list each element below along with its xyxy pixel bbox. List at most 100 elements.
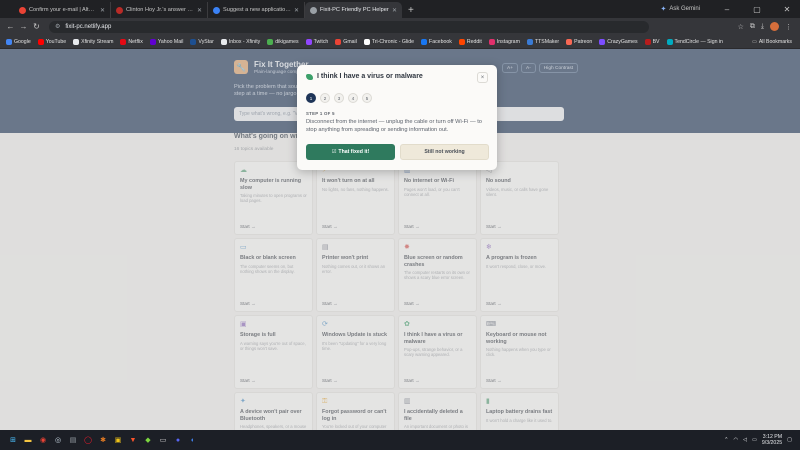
toolbar-icons: ☆ ⧉ ⤓ ⋮ [738, 22, 792, 31]
bookmark-label: YouTube [45, 38, 67, 45]
step-dot[interactable]: 1 [306, 93, 316, 103]
app2-icon[interactable]: ◐ [187, 434, 199, 446]
clock[interactable]: 3:12 PM 9/3/2025 [762, 434, 782, 446]
bookmark-favicon-icon [149, 38, 156, 45]
bookmark-item[interactable]: Patreon [566, 38, 592, 45]
bookmark-item[interactable]: Inbox - Xfinity [220, 38, 261, 45]
brave-icon[interactable]: ▼ [127, 434, 139, 446]
bookmark-item[interactable]: CrazyGames [599, 38, 638, 45]
bookmark-label: Facebook [429, 38, 452, 45]
bookmark-item[interactable]: BV [644, 38, 660, 45]
browser-tab[interactable]: Confirm your e-mail | Alternat ✕ [14, 2, 111, 18]
game-icon[interactable]: ✱ [97, 434, 109, 446]
bookmark-item[interactable]: TendCircle — Sign in [666, 38, 723, 45]
bookmark-item[interactable]: Facebook [421, 38, 452, 45]
bookmark-label: Instagram [496, 38, 520, 45]
close-window-button[interactable]: ✕ [774, 5, 800, 14]
bookmark-item[interactable]: Xfinity Stream [73, 38, 114, 45]
site-info-icon[interactable]: ⚙ [55, 23, 60, 30]
step-dot[interactable]: 4 [348, 93, 358, 103]
notifications-icon[interactable]: ▢ [787, 437, 792, 443]
bookmark-favicon-icon [305, 38, 312, 45]
terminal-icon[interactable]: ▭ [157, 434, 169, 446]
fixed-it-button[interactable]: ☑ That fixed it! [306, 144, 395, 160]
step-dot[interactable]: 5 [362, 93, 372, 103]
bookmark-favicon-icon [6, 38, 12, 45]
bookmark-favicon-icon [190, 38, 197, 45]
bluestacks-icon[interactable]: ◆ [142, 434, 154, 446]
bookmark-label: Reddit [466, 38, 482, 45]
bookmark-item[interactable]: Instagram [488, 38, 520, 45]
dialog-title: I think I have a virus or malware [317, 73, 423, 80]
close-tab-icon[interactable]: ✕ [392, 7, 397, 14]
browser-tab[interactable]: Clinton Hoy Jr.'s answer to Wh ✕ [111, 2, 208, 18]
battery-icon[interactable]: ▭ [752, 437, 757, 443]
alternativeto-icon [213, 6, 220, 14]
forward-button[interactable]: → [17, 22, 30, 31]
close-tab-icon[interactable]: ✕ [294, 7, 299, 14]
close-tab-icon[interactable]: ✕ [197, 7, 202, 14]
bookmark-item[interactable]: dikigames [267, 38, 299, 45]
maximize-button[interactable]: ▢ [744, 5, 770, 14]
dialog-header: I think I have a virus or malware [306, 73, 423, 80]
bookmark-item[interactable]: Reddit [458, 38, 482, 45]
reload-button[interactable]: ↻ [30, 22, 43, 31]
bookmark-item[interactable]: YouTube [37, 38, 67, 45]
dialog-actions: ☑ That fixed it! Still not working [306, 144, 489, 160]
bookmark-item[interactable]: Tri-Chronic - Glide [363, 38, 414, 45]
close-dialog-button[interactable]: × [477, 72, 488, 83]
bug-icon [306, 73, 313, 80]
bookmark-favicon-icon [458, 38, 465, 45]
bookmark-label: Inbox - Xfinity [228, 38, 261, 45]
steam-icon[interactable]: ◎ [52, 434, 64, 446]
volume-icon[interactable]: ◁ [743, 437, 747, 443]
close-tab-icon[interactable]: ✕ [100, 7, 105, 14]
still-not-working-button[interactable]: Still not working [400, 144, 489, 160]
all-bookmarks-button[interactable]: ▭ All Bookmarks [752, 39, 792, 45]
browser-tab[interactable]: Suggest a new application - Alt ✕ [208, 2, 305, 18]
browser-tab[interactable]: Fixit-PC Friendly PC Helper ✕ [305, 2, 402, 18]
bookmark-label: Xfinity Stream [81, 38, 114, 45]
address-bar[interactable]: ⚙ fixit-pc.netlify.app [49, 20, 649, 33]
extensions-icon[interactable]: ⧉ [750, 23, 755, 31]
window-controls: ✦ Ask Gemini – ▢ ✕ [660, 0, 800, 18]
bookmark-item[interactable]: Yahoo Mail [149, 38, 184, 45]
file-explorer-icon[interactable]: ▬ [22, 434, 34, 446]
chrome-icon[interactable]: ◉ [37, 434, 49, 446]
bookmark-item[interactable]: Netflix [120, 38, 143, 45]
bookmark-favicon-icon [599, 38, 606, 45]
opera-icon[interactable]: ◯ [82, 434, 94, 446]
tray-chevron-icon[interactable]: ⌃ [724, 437, 728, 443]
discord-icon[interactable]: ● [172, 434, 184, 446]
download-icon[interactable]: ⤓ [761, 23, 764, 31]
minimize-button[interactable]: – [714, 5, 740, 14]
step-dot[interactable]: 3 [334, 93, 344, 103]
bookmark-favicon-icon [220, 38, 227, 45]
bookmark-favicon-icon [73, 38, 80, 45]
bookmark-item[interactable]: Google [6, 38, 31, 45]
bookmark-item[interactable]: TTSMaker [526, 38, 559, 45]
gmail-icon [19, 6, 26, 14]
new-tab-button[interactable]: + [402, 2, 420, 18]
bookmark-item[interactable]: VyStar [190, 38, 214, 45]
notes-icon[interactable]: ▤ [67, 434, 79, 446]
profile-avatar[interactable] [770, 22, 779, 31]
bookmark-label: Yahoo Mail [157, 38, 184, 45]
fixed-it-label: That fixed it! [338, 149, 370, 155]
bookmark-label: Google [14, 38, 31, 45]
bookmark-item[interactable]: Twitch [305, 38, 328, 45]
menu-icon[interactable]: ⋮ [785, 23, 792, 31]
wifi-icon[interactable]: ◠ [733, 437, 738, 443]
bookmark-item[interactable]: Gmail [335, 38, 357, 45]
bookmark-star-icon[interactable]: ☆ [738, 23, 744, 31]
bookmark-favicon-icon [335, 38, 342, 45]
windows-start-icon[interactable]: ⊞ [7, 434, 19, 446]
back-button[interactable]: ← [4, 22, 17, 31]
ask-gemini-button[interactable]: ✦ Ask Gemini [660, 5, 700, 13]
step-dot[interactable]: 2 [320, 93, 330, 103]
bookmark-label: Netflix [128, 38, 143, 45]
tab-title: Fixit-PC Friendly PC Helper [320, 7, 389, 13]
app-icon[interactable]: ▣ [112, 434, 124, 446]
bookmark-label: TendCircle — Sign in [674, 38, 723, 45]
bookmark-favicon-icon [488, 38, 495, 45]
